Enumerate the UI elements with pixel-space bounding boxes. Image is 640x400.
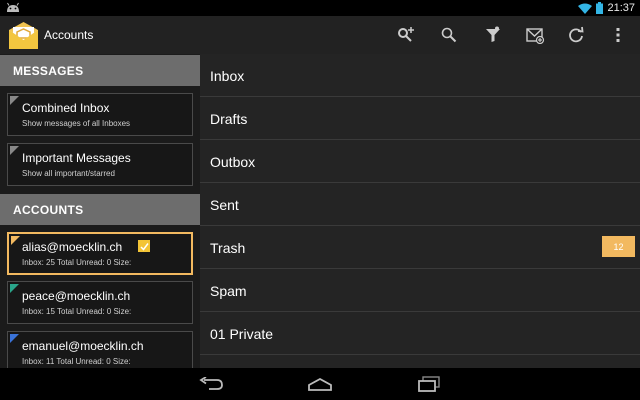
messages-section-header: MESSAGES [0,55,200,86]
folder-name: Spam [210,283,247,299]
folder-01-private[interactable]: 01 Private [200,312,640,355]
important-messages-item[interactable]: Important Messages Show all important/st… [7,143,193,186]
checkmark-icon[interactable] [138,240,150,252]
action-bar: Accounts [0,16,640,54]
accounts-section-header: ACCOUNTS [0,194,200,225]
folder-drafts[interactable]: Drafts [200,97,640,140]
wifi-icon [578,3,593,14]
unread-count-badge: 12 [602,236,635,257]
messages-header-label: MESSAGES [13,64,84,78]
folder-name: 01 Private [210,326,274,342]
item-subtitle: Show messages of all Inboxes [22,119,131,128]
account-stats: Inbox: 25 Total Unread: 0 Size: [22,258,132,267]
account-color-marker-icon [10,334,19,343]
status-time: 21:37 [607,2,635,14]
account-color-marker-icon [11,236,20,245]
back-icon[interactable] [196,372,226,396]
account-email: emanuel@moecklin.ch [22,339,144,353]
item-title: Important Messages [22,151,131,165]
search-icon[interactable] [434,20,464,50]
envelope-app-icon[interactable] [8,21,39,50]
folder-name: Inbox [210,68,245,84]
home-icon[interactable] [305,372,335,396]
folder-spam[interactable]: Spam [200,269,640,312]
account-stats: Inbox: 11 Total Unread: 0 Size: [22,357,131,366]
account-item-alias[interactable]: alias@moecklin.ch Inbox: 25 Total Unread… [7,232,193,275]
account-email: peace@moecklin.ch [22,289,131,303]
folder-list: Inbox Drafts Outbox Sent Trash 12 Spam 0… [200,54,640,368]
recent-apps-icon[interactable] [414,372,444,396]
overflow-menu-icon[interactable] [603,20,633,50]
accounts-header-label: ACCOUNTS [13,203,84,217]
corner-marker-icon [10,146,19,155]
folder-trash[interactable]: Trash 12 [200,226,640,269]
account-stats: Inbox: 15 Total Unread: 0 Size: [22,307,132,316]
folder-name: Sent [210,197,239,213]
folder-sent[interactable]: Sent [200,183,640,226]
refresh-icon[interactable] [561,20,591,50]
compose-icon[interactable] [520,20,550,50]
system-nav-bar [0,368,640,400]
account-item-peace[interactable]: peace@moecklin.ch Inbox: 15 Total Unread… [7,281,193,324]
account-email: alias@moecklin.ch [22,240,123,254]
battery-icon [596,2,604,14]
filter-icon[interactable] [478,20,508,50]
folder-name: Trash [210,240,246,256]
app-title: Accounts [44,28,94,42]
account-item-emanuel[interactable]: emanuel@moecklin.ch Inbox: 11 Total Unre… [7,331,193,368]
folder-inbox[interactable]: Inbox [200,54,640,97]
add-account-icon[interactable] [392,20,422,50]
status-bar: 21:37 [0,0,640,16]
account-color-marker-icon [10,284,19,293]
android-debug-icon [7,2,19,12]
combined-inbox-item[interactable]: Combined Inbox Show messages of all Inbo… [7,93,193,136]
folder-outbox[interactable]: Outbox [200,140,640,183]
folder-name: Drafts [210,111,248,127]
accounts-sidebar: MESSAGES Combined Inbox Show messages of… [0,54,200,368]
corner-marker-icon [10,96,19,105]
folder-name: Outbox [210,154,256,170]
item-title: Combined Inbox [22,101,110,115]
item-subtitle: Show all important/starred [22,169,115,178]
